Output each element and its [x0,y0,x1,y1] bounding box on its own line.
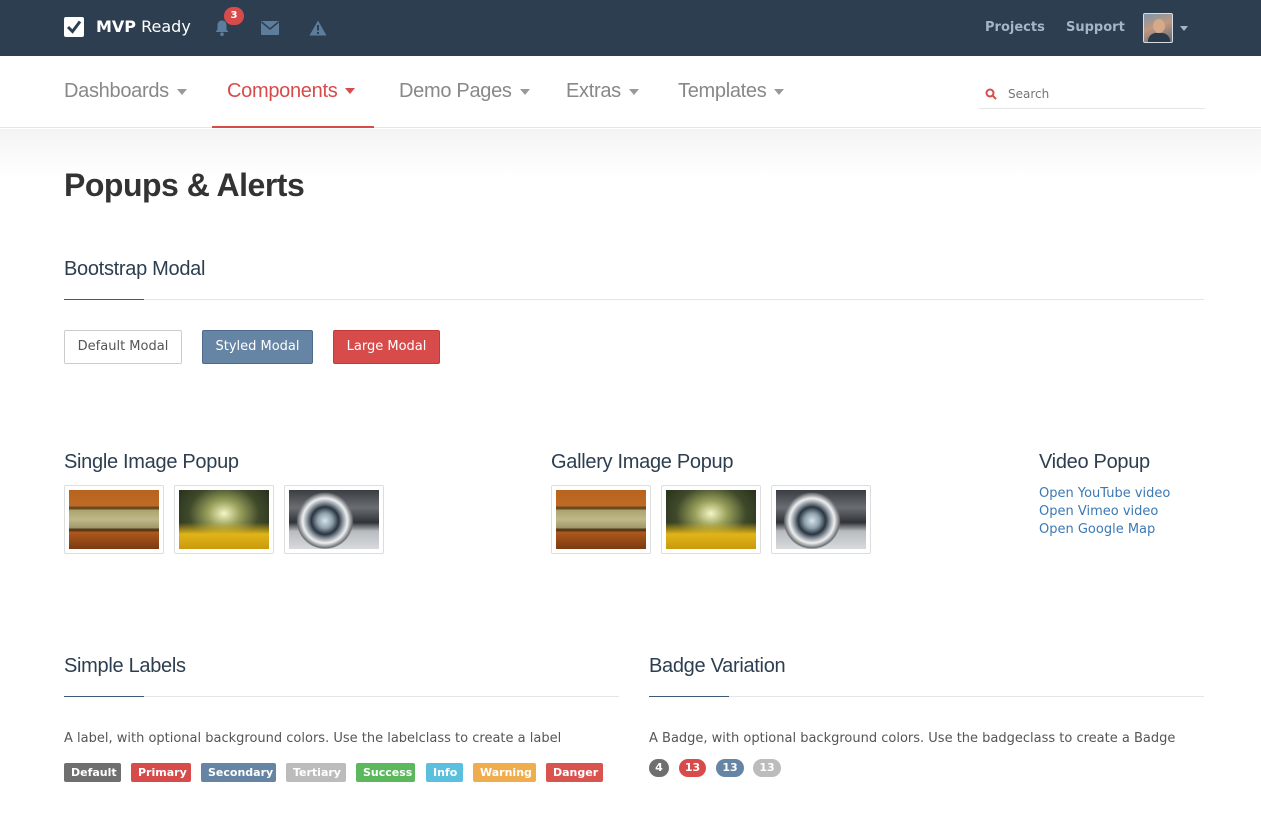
chevron-down-icon [628,88,639,95]
label-secondary: Secondary [201,763,276,782]
single-image-popup-heading: Single Image Popup [64,451,239,473]
large-modal-button[interactable]: Large Modal [333,330,440,364]
label-tertiary: Tertiary [286,763,346,782]
google-map-link[interactable]: Open Google Map [1039,521,1155,539]
gallery-thumb-road[interactable] [661,485,761,554]
search-input[interactable] [1008,87,1188,101]
nav-item-templates[interactable]: Templates [678,56,785,127]
badge-secondary: 13 [716,759,744,777]
main-nav: Dashboards Components Demo Pages Extras … [0,56,1261,128]
single-thumb-camera[interactable] [284,485,384,554]
nav-item-dashboards[interactable]: Dashboards [64,56,187,127]
support-link[interactable]: Support [1066,20,1125,36]
chevron-down-icon [774,88,785,95]
projects-link[interactable]: Projects [985,20,1045,36]
envelope-icon[interactable] [260,18,280,38]
avatar[interactable] [1143,13,1173,43]
brand-logo[interactable]: MVP Ready [64,17,191,37]
default-modal-button[interactable]: Default Modal [64,330,182,364]
single-thumb-road[interactable] [174,485,274,554]
badge-primary: 13 [679,759,706,777]
label-success: Success [356,763,415,782]
section-divider [649,696,1204,697]
search-icon [984,87,998,101]
badges-description: A Badge, with optional background colors… [649,731,1176,746]
section-divider [64,299,1204,300]
section-divider [64,696,619,697]
notification-count-badge: 3 [224,7,244,25]
label-default: Default [64,763,121,782]
badge-default: 4 [649,759,669,777]
user-menu-caret-icon[interactable] [1180,26,1188,31]
gallery-image-popup-heading: Gallery Image Popup [551,451,734,473]
label-danger: Danger [546,763,603,782]
badge-variation-heading: Badge Variation [649,655,786,677]
label-primary: Primary [131,763,191,782]
youtube-video-link[interactable]: Open YouTube video [1039,485,1170,503]
nav-item-components[interactable]: Components [212,56,374,128]
styled-modal-button[interactable]: Styled Modal [202,330,313,364]
gallery-thumb-wood[interactable] [551,485,651,554]
labels-description: A label, with optional background colors… [64,731,562,746]
label-info: Info [426,763,463,782]
top-bar: MVP Ready 3 Projects Support [0,0,1261,56]
check-logo-icon [64,17,84,37]
vimeo-video-link[interactable]: Open Vimeo video [1039,503,1158,521]
page-title: Popups & Alerts [64,167,305,203]
chevron-down-icon [519,88,530,95]
video-popup-heading: Video Popup [1039,451,1150,473]
chevron-down-icon [345,88,356,94]
bootstrap-modal-heading: Bootstrap Modal [64,258,206,280]
gallery-thumb-camera[interactable] [771,485,871,554]
badge-tertiary: 13 [753,759,781,777]
label-warning: Warning [473,763,536,782]
warning-icon[interactable] [308,18,328,38]
simple-labels-heading: Simple Labels [64,655,186,677]
search-box [979,80,1205,109]
nav-item-demo-pages[interactable]: Demo Pages [399,56,530,127]
chevron-down-icon [176,88,187,95]
single-thumb-wood[interactable] [64,485,164,554]
nav-item-extras[interactable]: Extras [566,56,639,127]
brand-name: MVP Ready [96,17,191,36]
